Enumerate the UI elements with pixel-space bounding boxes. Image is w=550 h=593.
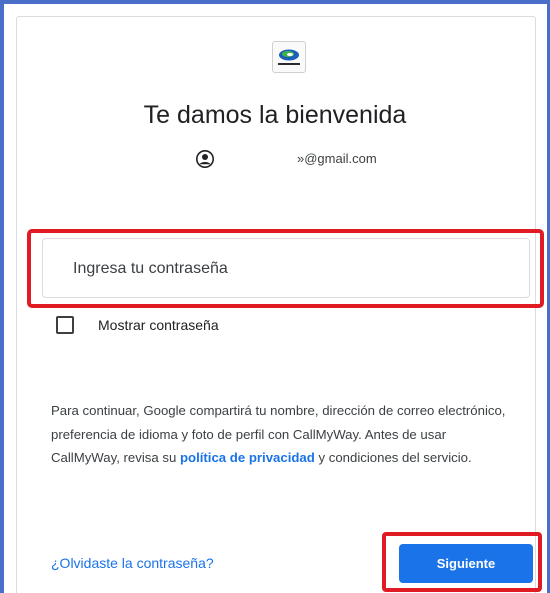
account-email: »@gmail.com bbox=[297, 151, 377, 166]
show-password-checkbox[interactable] bbox=[56, 316, 74, 334]
forgot-password-link[interactable]: ¿Olvidaste la contraseña? bbox=[51, 555, 214, 571]
consent-text-tail: y condiciones del servicio. bbox=[314, 450, 472, 465]
account-chip[interactable]: »@gmail.com bbox=[0, 150, 550, 168]
password-field[interactable]: Ingresa tu contraseña bbox=[42, 238, 530, 298]
callmyway-logo-icon bbox=[272, 41, 306, 73]
privacy-policy-link[interactable]: política de privacidad bbox=[180, 450, 315, 465]
show-password-label: Mostrar contraseña bbox=[98, 317, 219, 333]
password-placeholder: Ingresa tu contraseña bbox=[73, 260, 228, 277]
consent-text: Para continuar, Google compartirá tu nom… bbox=[51, 399, 511, 470]
page-title: Te damos la bienvenida bbox=[143, 101, 407, 129]
next-button[interactable]: Siguiente bbox=[399, 544, 533, 583]
account-circle-icon bbox=[196, 150, 214, 168]
